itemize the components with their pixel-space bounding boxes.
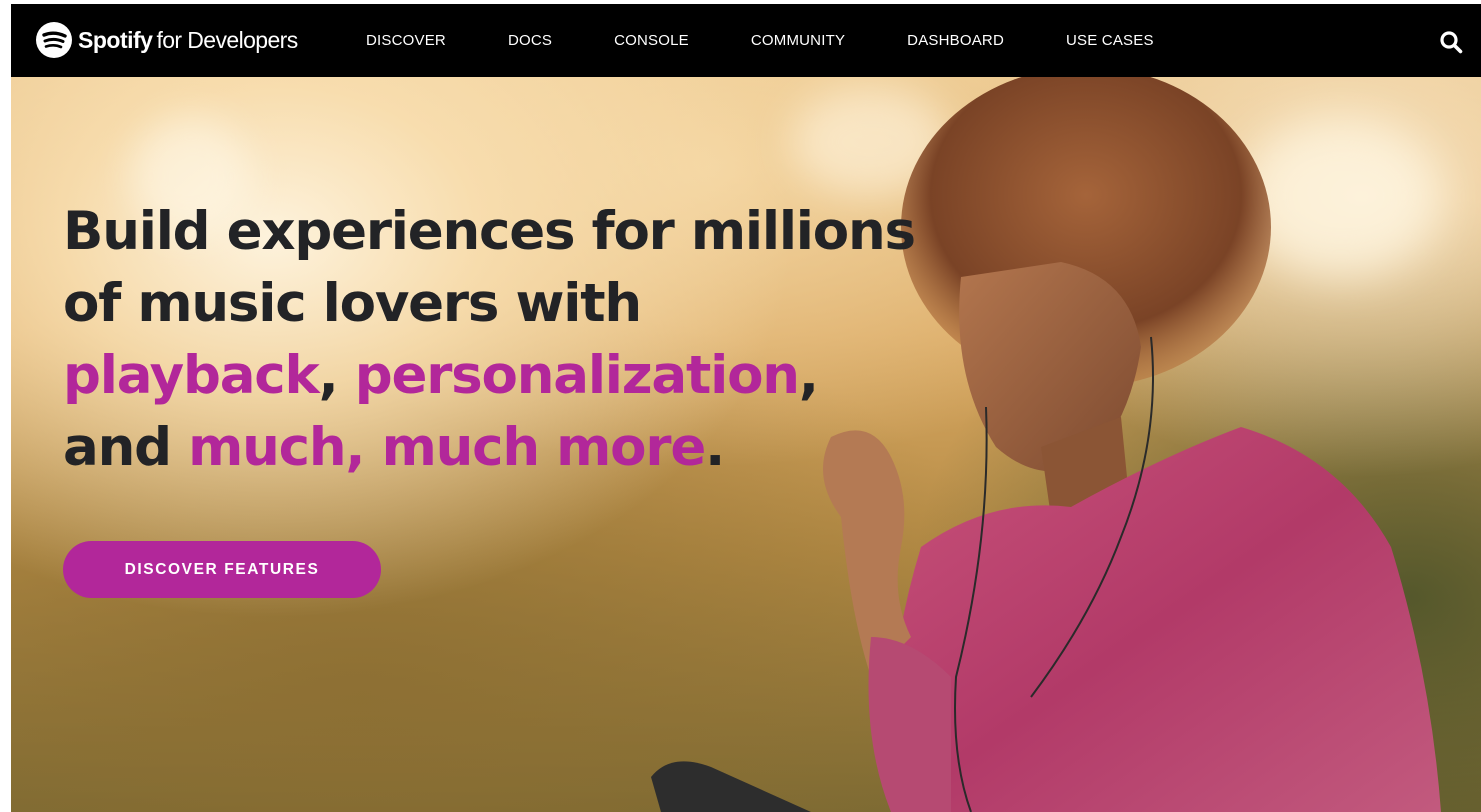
top-nav: Spotify for Developers DISCOVER DOCS CON… [11,4,1481,77]
page-frame: Spotify for Developers DISCOVER DOCS CON… [11,4,1481,812]
highlight-personalization: personalization [354,345,800,406]
headline-comma: , [318,345,355,406]
nav-link-community[interactable]: COMMUNITY [751,32,845,49]
nav-link-discover[interactable]: DISCOVER [366,32,446,49]
search-icon[interactable] [1439,30,1463,54]
nav-link-console[interactable]: CONSOLE [614,32,689,49]
nav-link-docs[interactable]: DOCS [508,32,552,49]
headline-line-2: of music lovers with [63,273,642,334]
spotify-developers-logo[interactable]: Spotify for Developers [36,19,298,61]
headline-comma: , [798,345,819,406]
highlight-playback: playback [63,345,320,406]
headline-line-4: and much, much more. [63,412,963,484]
spotify-logo-icon [36,22,72,58]
headline-period: . [705,417,725,478]
brand-subtitle: for Developers [156,26,298,53]
hero-section: Build experiences for millions of music … [11,77,1481,812]
nav-link-use-cases[interactable]: USE CASES [1066,32,1154,49]
highlight-much-more: much, much more [188,417,706,478]
brand-name: Spotify [78,26,153,53]
hero-headline: Build experiences for millions of music … [63,196,963,484]
headline-and: and [63,417,189,478]
headline-line-1: Build experiences for millions [63,201,916,262]
headline-line-3: playback, personalization, [63,340,963,412]
discover-features-button[interactable]: DISCOVER FEATURES [63,541,381,598]
nav-links: DISCOVER DOCS CONSOLE COMMUNITY DASHBOAR… [366,4,1216,77]
nav-link-dashboard[interactable]: DASHBOARD [907,32,1004,49]
